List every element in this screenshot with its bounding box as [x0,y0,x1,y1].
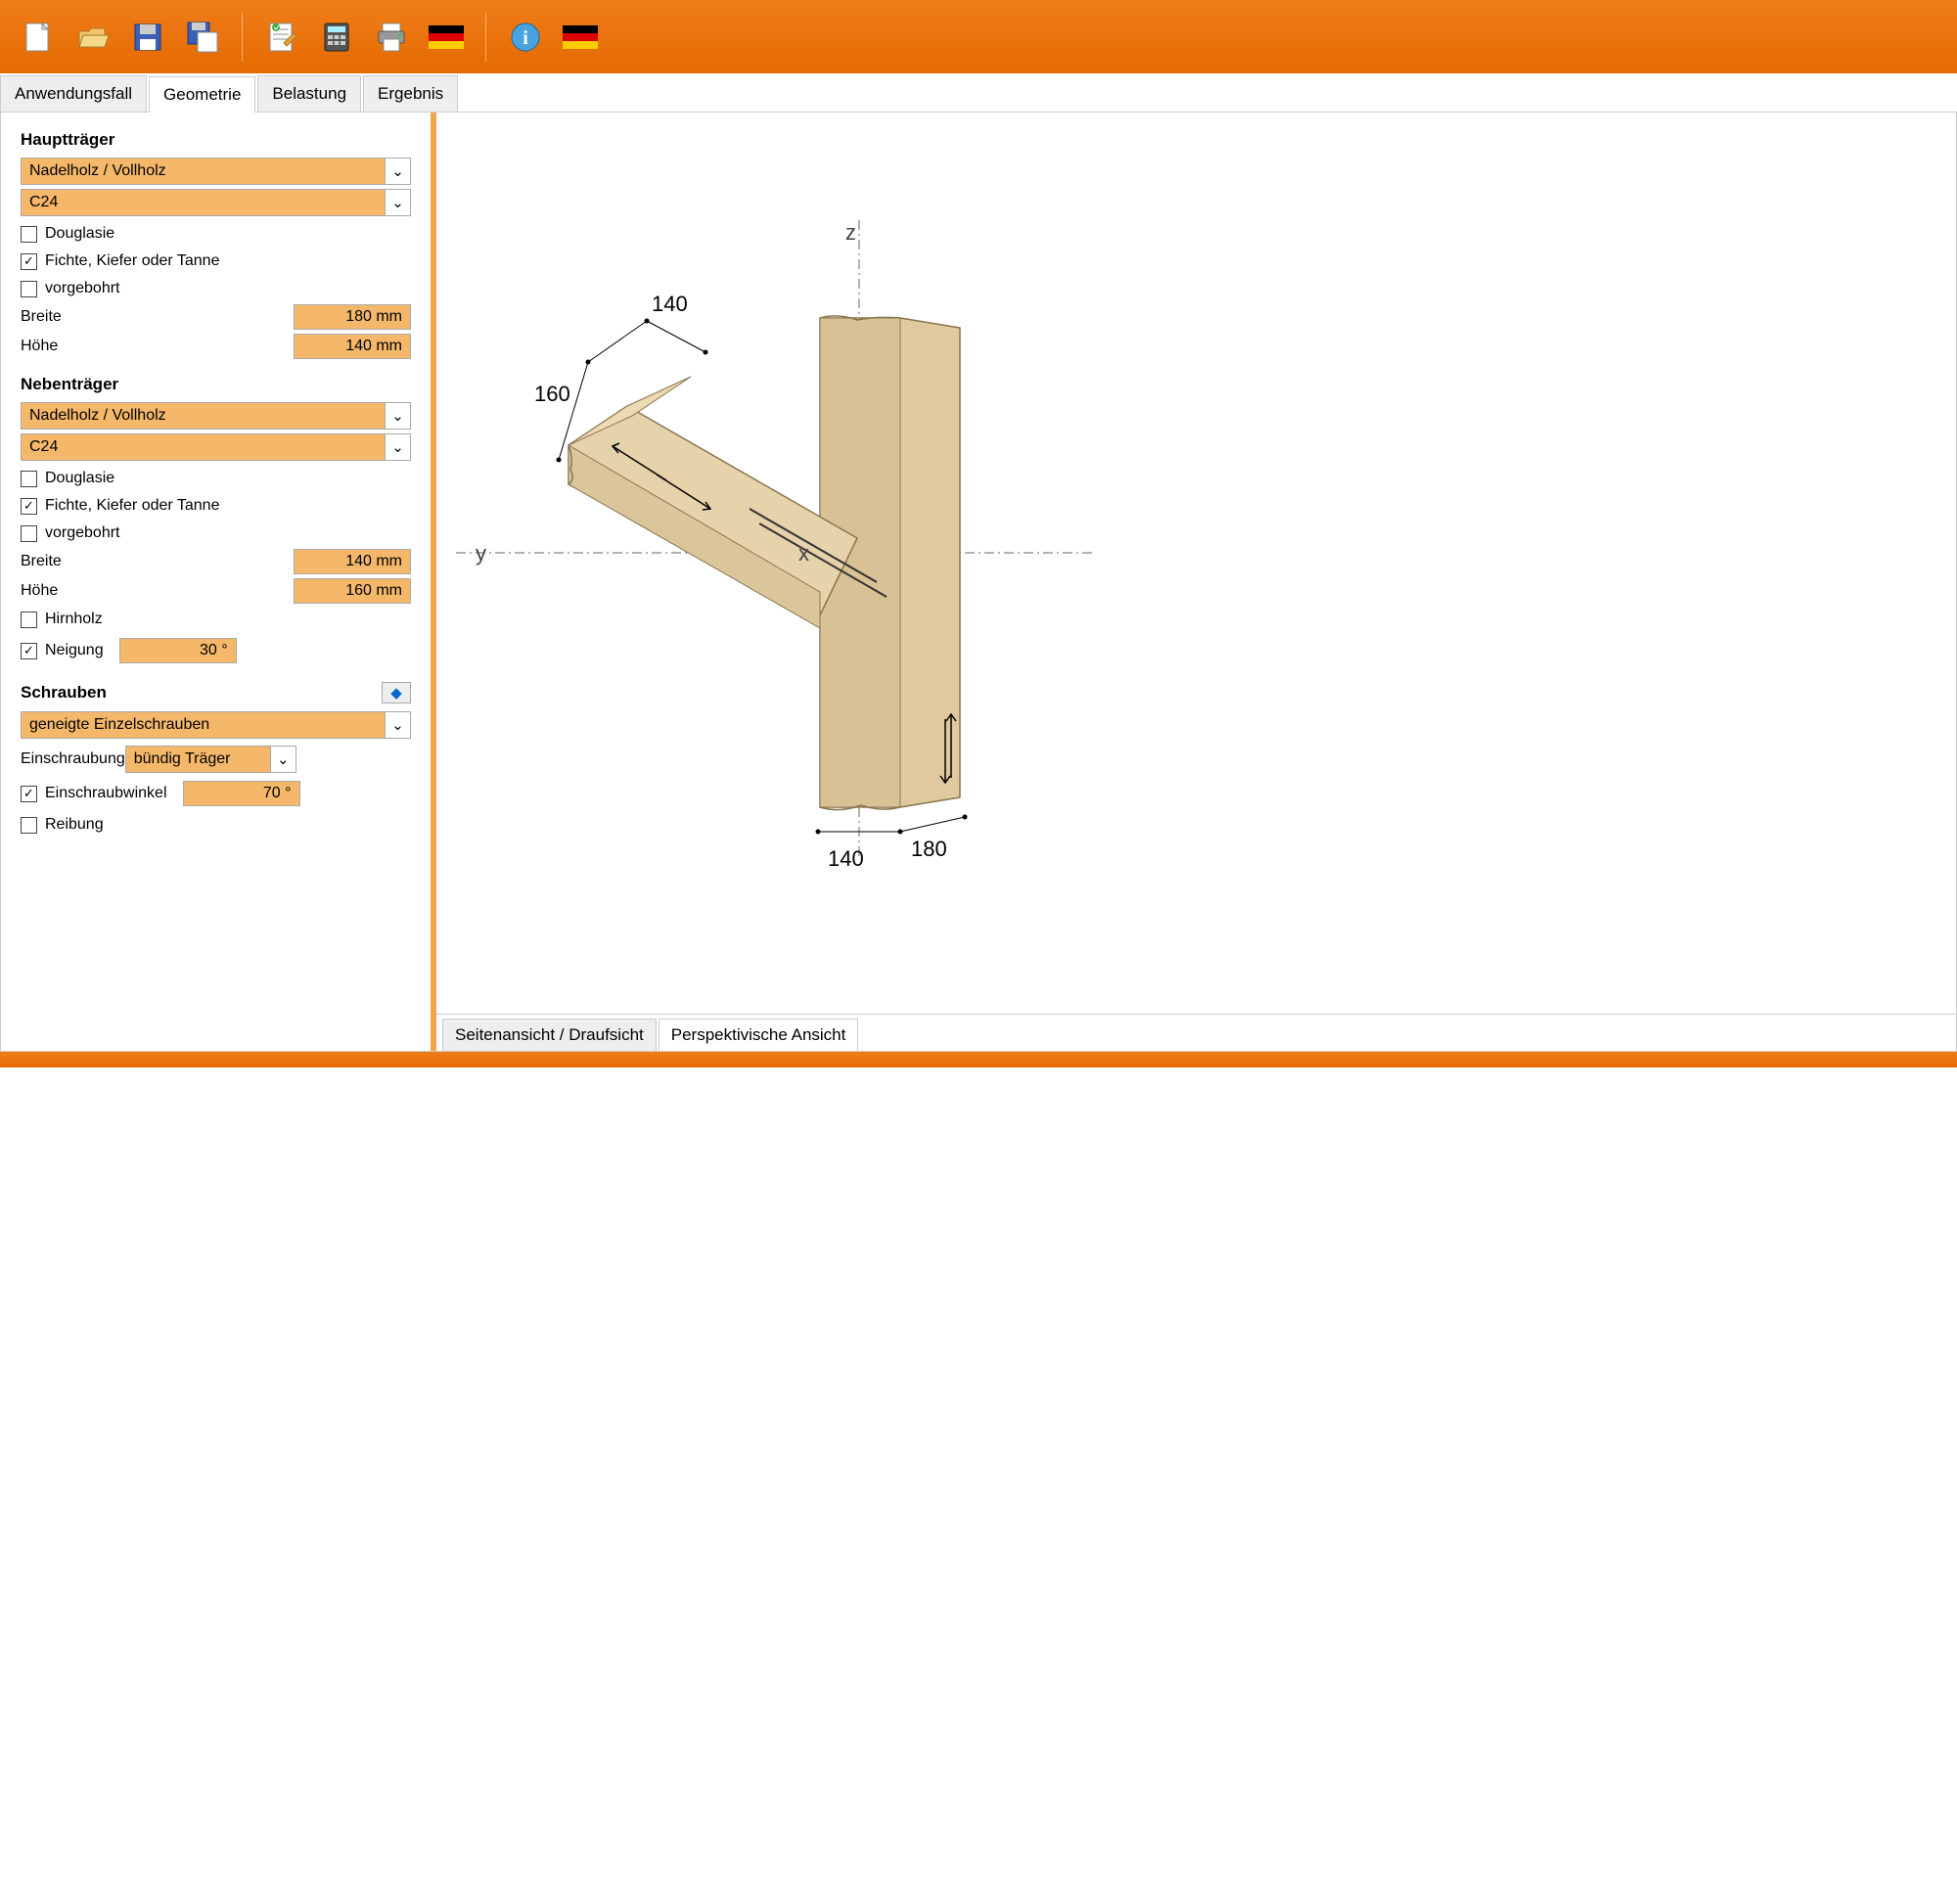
notes-icon[interactable] [258,14,305,61]
3d-view[interactable]: z y x 140 160 140 180 [436,113,1956,1014]
haupt-douglasie-label: Douglasie [45,225,114,243]
chevron-down-icon[interactable]: ⌄ [386,158,411,185]
svg-text:i: i [523,27,528,49]
flag-de2-icon[interactable] [557,14,604,61]
chevron-down-icon[interactable]: ⌄ [386,711,411,739]
einschraubwinkel-label: Einschraubwinkel [45,785,167,802]
haupt-fichte-checkbox[interactable] [21,253,37,270]
haupt-breite-input[interactable]: 180 mm [294,304,411,330]
chevron-down-icon[interactable]: ⌄ [271,746,296,773]
axis-x-label: x [798,541,809,567]
tab-anwendungsfall[interactable]: Anwendungsfall [0,75,147,112]
schrauben-type-select[interactable]: geneigte Einzelschrauben [21,711,386,739]
haupt-class-select[interactable]: C24 [21,189,386,216]
view-tabs: Seitenansicht / Draufsicht Perspektivisc… [436,1014,1956,1051]
save-as-icon[interactable] [179,14,226,61]
save-icon[interactable] [124,14,171,61]
print-icon[interactable] [368,14,415,61]
dim-160: 160 [534,382,570,407]
axis-y-label: y [476,541,486,567]
neben-hoehe-label: Höhe [21,582,58,600]
view-tab-side[interactable]: Seitenansicht / Draufsicht [442,1019,657,1051]
einschraubwinkel-checkbox[interactable] [21,786,37,802]
haupt-breite-label: Breite [21,308,62,326]
tab-geometrie[interactable]: Geometrie [149,76,255,113]
neben-vorgebohrt-label: vorgebohrt [45,524,120,542]
dim-180: 180 [911,837,947,862]
footer-bar [0,1052,1957,1067]
dim-140-bottom: 140 [828,846,864,872]
reibung-checkbox[interactable] [21,817,37,834]
neben-hoehe-input[interactable]: 160 mm [294,578,411,604]
haupt-douglasie-checkbox[interactable] [21,226,37,243]
haupt-fichte-label: Fichte, Kiefer oder Tanne [45,252,219,270]
chevron-down-icon[interactable]: ⌄ [386,402,411,430]
neben-vorgebohrt-checkbox[interactable] [21,525,37,542]
reibung-label: Reibung [45,816,104,834]
einschraubwinkel-input[interactable]: 70 ° [183,781,300,806]
neben-hirnholz-checkbox[interactable] [21,612,37,628]
main-tabs: Anwendungsfall Geometrie Belastung Ergeb… [0,73,1957,113]
neben-hirnholz-label: Hirnholz [45,611,103,628]
neben-class-select[interactable]: C24 [21,433,386,461]
section-haupttraeger: Hauptträger [21,130,411,150]
new-icon[interactable] [15,14,62,61]
neben-breite-label: Breite [21,553,62,570]
neben-douglasie-label: Douglasie [45,470,114,487]
flag-de-icon[interactable] [423,14,470,61]
neben-material-select[interactable]: Nadelholz / Vollholz [21,402,386,430]
info-icon[interactable]: i [502,14,549,61]
neben-fichte-label: Fichte, Kiefer oder Tanne [45,497,219,515]
neben-douglasie-checkbox[interactable] [21,471,37,487]
section-schrauben: Schrauben [21,683,107,703]
haupt-vorgebohrt-checkbox[interactable] [21,281,37,297]
tab-ergebnis[interactable]: Ergebnis [363,75,458,112]
calculate-icon[interactable] [313,14,360,61]
einschraubung-select[interactable]: bündig Träger [125,746,271,773]
chevron-down-icon[interactable]: ⌄ [386,189,411,216]
neben-fichte-checkbox[interactable] [21,498,37,515]
einschraubung-label: Einschraubung [21,750,125,768]
dim-140-top: 140 [652,292,688,317]
form-panel: Hauptträger Nadelholz / Vollholz ⌄ C24 ⌄… [1,113,436,1051]
haupt-hoehe-label: Höhe [21,338,58,355]
schrauben-info-button[interactable]: ◆ [382,682,411,703]
toolbar: i [0,0,1957,73]
open-icon[interactable] [69,14,116,61]
section-nebentraeger: Nebenträger [21,375,411,394]
neben-breite-input[interactable]: 140 mm [294,549,411,574]
neben-neigung-checkbox[interactable] [21,643,37,659]
view-panel: z y x 140 160 140 180 Seitenansicht / Dr… [436,113,1956,1051]
haupt-hoehe-input[interactable]: 140 mm [294,334,411,359]
axis-z-label: z [845,220,856,246]
chevron-down-icon[interactable]: ⌄ [386,433,411,461]
haupt-material-select[interactable]: Nadelholz / Vollholz [21,158,386,185]
neben-neigung-input[interactable]: 30 ° [119,638,237,663]
haupt-vorgebohrt-label: vorgebohrt [45,280,120,297]
tab-belastung[interactable]: Belastung [257,75,361,112]
view-tab-perspective[interactable]: Perspektivische Ansicht [659,1019,859,1051]
neben-neigung-label: Neigung [45,642,104,659]
